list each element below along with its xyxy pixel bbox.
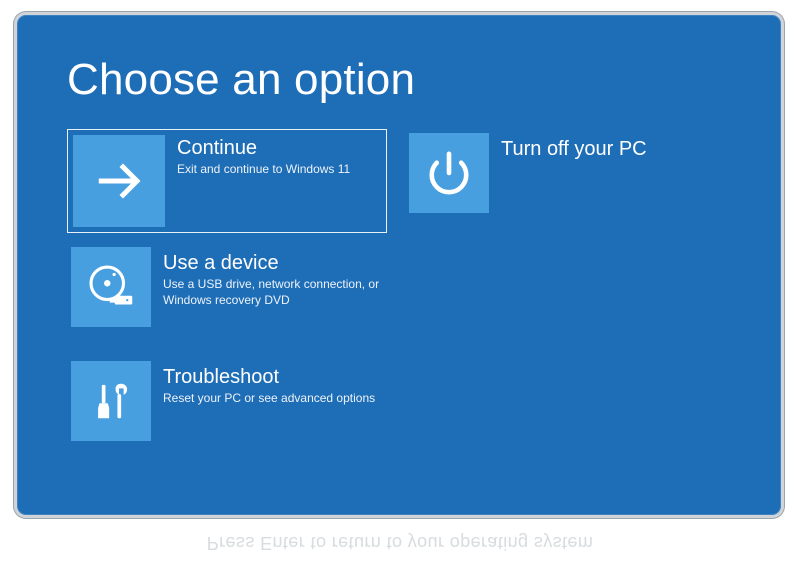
- recovery-screen: Choose an option Continue Exit and conti…: [14, 12, 784, 518]
- option-use-device[interactable]: Use a device Use a USB drive, network co…: [67, 243, 387, 347]
- page-title: Choose an option: [67, 55, 731, 105]
- option-continue[interactable]: Continue Exit and continue to Windows 11: [67, 129, 387, 233]
- option-label: Continue: [177, 136, 350, 160]
- option-label: Use a device: [163, 251, 381, 275]
- option-desc: Reset your PC or see advanced options: [163, 391, 375, 407]
- option-troubleshoot[interactable]: Troubleshoot Reset your PC or see advanc…: [67, 357, 387, 461]
- power-icon: [409, 133, 489, 213]
- option-text: Turn off your PC: [501, 131, 651, 163]
- option-desc: Exit and continue to Windows 11: [177, 162, 350, 178]
- option-text: Troubleshoot Reset your PC or see advanc…: [163, 359, 379, 407]
- option-text: Use a device Use a USB drive, network co…: [163, 245, 385, 308]
- tools-icon: [71, 361, 151, 441]
- grid-empty-cell: [405, 243, 725, 347]
- option-label: Turn off your PC: [501, 137, 647, 161]
- options-grid: Continue Exit and continue to Windows 11…: [67, 129, 731, 461]
- option-turn-off[interactable]: Turn off your PC: [405, 129, 725, 233]
- disc-usb-icon: [71, 247, 151, 327]
- option-desc: Use a USB drive, network connection, or …: [163, 277, 381, 308]
- option-label: Troubleshoot: [163, 365, 375, 389]
- option-text: Continue Exit and continue to Windows 11: [177, 130, 354, 178]
- reflection-text: Press Enter to return to your operating …: [60, 517, 740, 553]
- arrow-right-icon: [73, 135, 165, 227]
